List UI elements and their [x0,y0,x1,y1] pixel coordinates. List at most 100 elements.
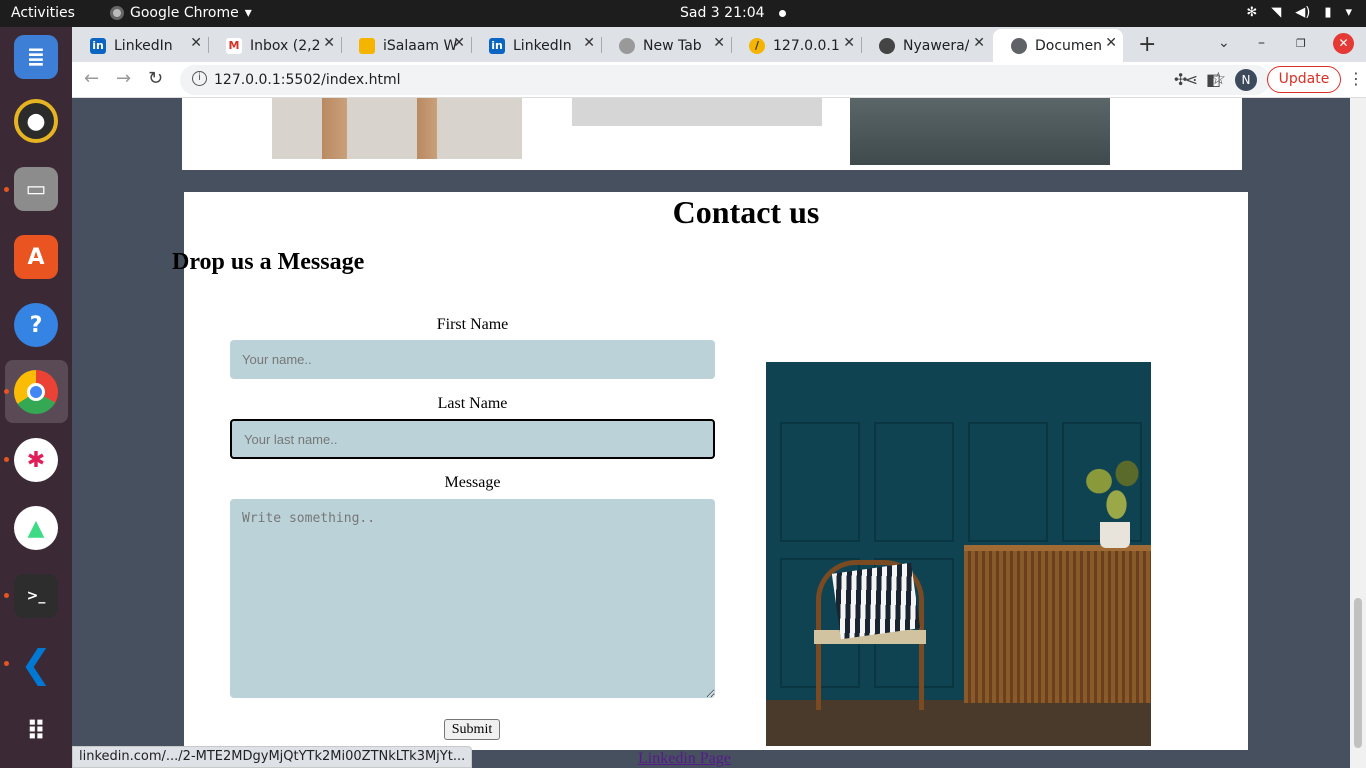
photo-pot [1100,522,1130,548]
clock-text: Sad 3 21:04 [680,5,765,21]
page-scrollbar[interactable] [1350,98,1366,768]
restore-icon[interactable]: ❐ [1296,37,1306,50]
product-image-sofa [850,98,1110,165]
tab-github-nyawera[interactable]: Nyawera/ ✕ [861,29,991,62]
battery-icon: ▮ [1324,5,1332,20]
close-tab-icon[interactable]: ✕ [323,35,335,51]
address-bar[interactable]: i 127.0.0.1:5502/index.html ⋖ ☆ [180,65,1270,95]
linkedin-page-link[interactable]: Linkedin Page [638,750,731,768]
link-hover-status-bar: linkedin.com/.../2-MTE2MDgyMjQtYTk2Mi00Z… [72,746,473,768]
close-tab-icon[interactable]: ✕ [713,35,725,51]
reload-icon[interactable]: ↻ [148,68,163,89]
browser-toolbar: ← → ↻ i 127.0.0.1:5502/index.html ⋖ ☆ ✣ … [72,62,1366,98]
tab-label: Documen [1035,37,1103,54]
scrollbar-thumb[interactable] [1354,598,1362,748]
tab-label: New Tab [643,37,702,54]
close-tab-icon[interactable]: ✕ [843,35,855,51]
chrome-icon [110,6,124,20]
kebab-menu-icon[interactable]: ⋮ [1348,69,1364,88]
wifi-icon: ◥ [1271,5,1282,20]
tab-strip: in LinkedIn ✕ M Inbox (2,2 ✕ iSalaam W ✕… [72,27,1366,62]
product-image-chair [572,98,822,126]
android-studio-icon[interactable]: ▲ [14,506,58,550]
tab-search-chevron-icon[interactable]: ⌄ [1218,35,1230,51]
linkedin-icon: in [90,37,106,54]
last-name-input[interactable] [230,419,715,459]
chevron-down-icon: ▾ [244,5,252,21]
files-icon[interactable]: ▭ [14,167,58,211]
photo-cabinet [964,545,1151,703]
back-arrow-icon[interactable]: ← [84,68,99,89]
tab-document-active[interactable]: Documen ✕ [993,29,1123,62]
close-window-icon[interactable]: ✕ [1333,33,1354,54]
system-tray[interactable]: ✻ ◥ ◀) ▮ ▾ [1246,5,1352,20]
close-tab-icon[interactable]: ✕ [190,35,202,51]
running-indicator-icon [4,187,9,192]
photo-plant [1078,450,1148,528]
update-button[interactable]: Update [1267,66,1341,93]
tab-label: 127.0.0.1: [773,37,839,54]
minimize-icon[interactable]: – [1258,35,1265,51]
tab-localhost[interactable]: / 127.0.0.1: ✕ [731,29,861,62]
github-icon [879,37,895,54]
volume-icon: ◀) [1295,5,1311,20]
forward-arrow-icon[interactable]: → [116,68,131,89]
product-gallery [182,98,1242,170]
first-name-input[interactable] [230,340,715,379]
globe-icon [1011,37,1027,54]
tab-isalaam[interactable]: iSalaam W ✕ [341,29,471,62]
tab-new-tab[interactable]: New Tab ✕ [601,29,731,62]
contact-section: Contact us Drop us a Message First Name … [172,192,1248,750]
slides-icon [359,37,375,54]
tab-label: iSalaam W [383,37,458,54]
tab-label: Inbox (2,2 [250,37,321,54]
last-name-label: Last Name [437,395,508,412]
app-menu[interactable]: Google Chrome ▾ [110,5,252,21]
slack-tray-icon: ✻ [1246,5,1258,20]
tab-linkedin-2[interactable]: in LinkedIn ✕ [471,29,601,62]
side-panel-icon[interactable]: ◧ [1206,70,1221,89]
wall-panel [874,422,954,542]
software-center-icon[interactable]: A [14,235,58,279]
wall-panel [780,422,860,542]
slack-icon[interactable]: ✱ [14,438,58,482]
dock: ≣ ● ▭ A ? ✱ ▲ >_ ❮ ⠿ [0,27,72,768]
activities-button[interactable]: Activities [11,5,75,21]
site-info-icon[interactable]: i [192,71,207,86]
chrome-dock-icon[interactable] [14,370,58,414]
submit-button[interactable]: Submit [444,719,500,740]
new-tab-plus-icon[interactable]: + [1138,32,1156,57]
tab-label: Nyawera/ [903,37,970,54]
profile-avatar[interactable]: N [1235,69,1257,91]
running-indicator-icon [4,661,9,666]
message-textarea[interactable] [230,499,715,698]
linkedin-icon: in [489,37,505,54]
vscode-icon[interactable]: ❮ [14,642,58,686]
running-indicator-icon [4,389,9,394]
show-apps-grid-icon[interactable]: ⠿ [14,710,58,754]
running-indicator-icon [4,593,9,598]
product-image-table [272,98,522,159]
help-icon[interactable]: ? [14,303,58,347]
gmail-icon: M [226,37,242,54]
close-tab-icon[interactable]: ✕ [973,35,985,51]
text-editor-icon[interactable]: ≣ [14,35,58,79]
extensions-puzzle-icon[interactable]: ✣ [1174,70,1187,89]
address-bar-url: 127.0.0.1:5502/index.html [214,72,401,88]
photo-pillow [831,562,921,640]
close-tab-icon[interactable]: ✕ [453,35,465,51]
clock[interactable]: Sad 3 21:04 [680,5,786,21]
message-label: Message [444,474,501,491]
close-tab-icon[interactable]: ✕ [583,35,595,51]
tab-gmail[interactable]: M Inbox (2,2 ✕ [208,29,341,62]
tab-label: LinkedIn [114,37,173,54]
terminal-icon[interactable]: >_ [14,574,58,618]
power-menu-icon: ▾ [1345,5,1352,20]
app-name: Google Chrome [130,5,239,21]
tab-linkedin-1[interactable]: in LinkedIn ✕ [72,29,208,62]
running-indicator-icon [4,457,9,462]
close-tab-icon[interactable]: ✕ [1105,35,1117,51]
github-icon [619,37,635,54]
notification-dot-icon [778,9,786,17]
rhythmbox-icon[interactable]: ● [14,99,58,143]
